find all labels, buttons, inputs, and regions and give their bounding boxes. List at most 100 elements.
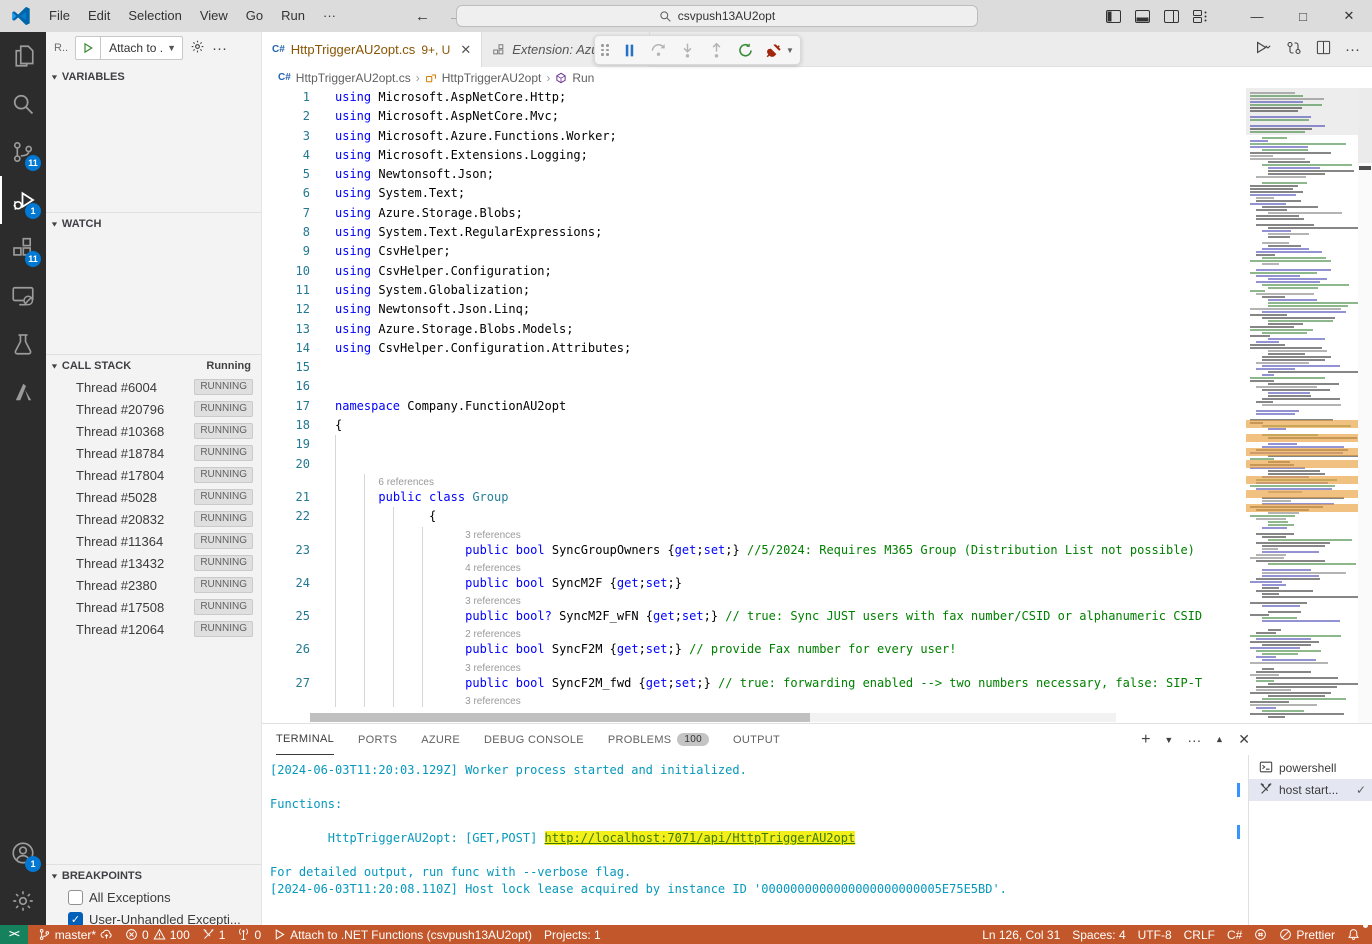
code-line[interactable]: 20 — [262, 455, 1246, 474]
sidebar-item-run-debug[interactable]: 1 — [0, 176, 46, 224]
panel-tab-debug-console[interactable]: DEBUG CONSOLE — [484, 724, 584, 755]
panel-tab-output[interactable]: OUTPUT — [733, 724, 780, 755]
code-line[interactable]: 18{ — [262, 416, 1246, 435]
sidebar-item-explorer[interactable] — [0, 32, 46, 80]
tab-httptriggerau2opt[interactable]: C# HttpTriggerAU2opt.cs 9+, U ✕ — [262, 32, 482, 67]
restart-button[interactable] — [737, 42, 754, 59]
code-line[interactable]: 25public bool? SyncM2F_wFN {get;set;} //… — [262, 607, 1246, 626]
breadcrumb[interactable]: C# HttpTriggerAU2opt.cs › HttpTriggerAU2… — [262, 67, 1372, 88]
panel-tab-problems[interactable]: PROBLEMS100 — [608, 724, 709, 755]
prettier-item[interactable]: Prettier — [1273, 925, 1341, 944]
codelens-row[interactable]: 3 references — [262, 527, 1246, 541]
code-line[interactable]: 12using Newtonsoft.Json.Linq; — [262, 300, 1246, 319]
toggle-primary-sidebar-icon[interactable] — [1106, 10, 1121, 23]
code-line[interactable]: 13using Azure.Storage.Blobs.Models; — [262, 320, 1246, 339]
git-branch-item[interactable]: master* — [32, 925, 119, 944]
terminal-profile-chevron-icon[interactable]: ▼ — [1164, 735, 1173, 745]
menu-run[interactable]: Run — [272, 5, 314, 27]
terminal-list-item[interactable]: powershell — [1249, 757, 1372, 779]
toggle-panel-icon[interactable] — [1135, 10, 1150, 23]
language-mode-item[interactable]: C# — [1221, 925, 1248, 944]
code-line[interactable]: 14using CsvHelper.Configuration.Attribut… — [262, 339, 1246, 358]
step-into-button[interactable] — [679, 42, 696, 59]
notifications-bell-icon[interactable] — [1341, 925, 1366, 944]
accounts-button[interactable]: 1 — [0, 829, 46, 877]
breakpoint-row[interactable]: All Exceptions — [46, 886, 261, 908]
breakpoints-section-header[interactable]: ▼ BREAKPOINTS — [46, 864, 261, 886]
settings-button[interactable] — [0, 877, 46, 925]
encoding-item[interactable]: UTF-8 — [1132, 925, 1178, 944]
sidebar-item-source-control[interactable]: 11 — [0, 128, 46, 176]
open-changes-icon[interactable] — [1286, 40, 1302, 59]
close-button[interactable]: ✕ — [1326, 0, 1372, 32]
azure-tools-item[interactable]: 1 — [196, 925, 232, 944]
step-over-button[interactable] — [650, 42, 667, 59]
toggle-secondary-sidebar-icon[interactable] — [1164, 10, 1179, 23]
code-line[interactable]: 26public bool SyncF2M {get;set;} // prov… — [262, 640, 1246, 659]
thread-row[interactable]: Thread #17508RUNNING — [46, 596, 261, 618]
problems-item[interactable]: 0 100 — [119, 925, 196, 944]
code-line[interactable]: 15 — [262, 358, 1246, 377]
code-line[interactable]: 24public bool SyncM2F {get;set;} — [262, 574, 1246, 593]
sidebar-item-azure[interactable] — [0, 368, 46, 416]
function-url-link[interactable]: http://localhost:7071/api/HttpTriggerAU2… — [545, 831, 856, 845]
thread-row[interactable]: Thread #20832RUNNING — [46, 508, 261, 530]
code-line[interactable]: 16 — [262, 377, 1246, 396]
thread-row[interactable]: Thread #13432RUNNING — [46, 552, 261, 574]
code-line[interactable]: 4using Microsoft.Extensions.Logging; — [262, 146, 1246, 165]
thread-row[interactable]: Thread #6004RUNNING — [46, 376, 261, 398]
code-line[interactable]: 17namespace Company.FunctionAU2opt — [262, 397, 1246, 416]
command-center-search[interactable]: csvpush13AU2opt — [456, 5, 978, 27]
split-editor-icon[interactable] — [1316, 40, 1331, 58]
thread-row[interactable]: Thread #5028RUNNING — [46, 486, 261, 508]
thread-row[interactable]: Thread #18784RUNNING — [46, 442, 261, 464]
maximize-panel-icon[interactable]: ▼ — [1215, 735, 1224, 745]
panel-tab-terminal[interactable]: TERMINAL — [276, 724, 334, 755]
thread-row[interactable]: Thread #20796RUNNING — [46, 398, 261, 420]
thread-row[interactable]: Thread #2380RUNNING — [46, 574, 261, 596]
codelens-row[interactable]: 2 references — [262, 626, 1246, 640]
editor-more-actions-icon[interactable]: ··· — [1345, 41, 1360, 58]
thread-row[interactable]: Thread #11364RUNNING — [46, 530, 261, 552]
breakpoint-checkbox[interactable] — [68, 890, 83, 905]
code-line[interactable]: 10using CsvHelper.Configuration; — [262, 262, 1246, 281]
sidebar-item-remote-explorer[interactable] — [0, 272, 46, 320]
code-line[interactable]: 3using Microsoft.Azure.Functions.Worker; — [262, 127, 1246, 146]
close-panel-icon[interactable]: ✕ — [1238, 731, 1250, 748]
indentation-item[interactable]: Spaces: 4 — [1066, 925, 1131, 944]
menu-edit[interactable]: Edit — [79, 5, 119, 27]
watch-section-header[interactable]: ▼ WATCH — [46, 212, 261, 234]
code-line[interactable]: 8using System.Text.RegularExpressions; — [262, 223, 1246, 242]
thread-row[interactable]: Thread #17804RUNNING — [46, 464, 261, 486]
thread-row[interactable]: Thread #12064RUNNING — [46, 618, 261, 640]
code-line[interactable]: 6using System.Text; — [262, 184, 1246, 203]
panel-tab-azure[interactable]: AZURE — [421, 724, 460, 755]
toolbar-drag-handle[interactable] — [601, 44, 609, 56]
sidebar-item-extensions[interactable]: 11 — [0, 224, 46, 272]
close-tab-icon[interactable]: ✕ — [460, 42, 471, 58]
call-stack-section-header[interactable]: ▼ CALL STACK Running — [46, 354, 261, 376]
horizontal-scrollbar[interactable] — [310, 713, 1116, 722]
minimap[interactable] — [1246, 88, 1358, 723]
csharp-devkit-item[interactable] — [1248, 925, 1273, 944]
codelens-row[interactable]: 3 references — [262, 593, 1246, 607]
codelens-row[interactable]: 3 references — [262, 693, 1246, 707]
vertical-scrollbar[interactable] — [1358, 88, 1372, 723]
run-or-debug-icon[interactable] — [1254, 40, 1272, 58]
menu-more[interactable]: ··· — [314, 5, 345, 27]
code-line[interactable]: 21public class Group — [262, 488, 1246, 507]
code-line[interactable]: 2using Microsoft.AspNetCore.Mvc; — [262, 107, 1246, 126]
panel-tab-ports[interactable]: PORTS — [358, 724, 397, 755]
codelens-row[interactable]: 4 references — [262, 560, 1246, 574]
code-line[interactable]: 19 — [262, 435, 1246, 454]
variables-section-header[interactable]: ▼ VARIABLES — [46, 66, 261, 88]
projects-item[interactable]: Projects: 1 — [538, 925, 607, 944]
maximize-button[interactable]: □ — [1280, 0, 1326, 32]
code-line[interactable]: 5using Newtonsoft.Json; — [262, 165, 1246, 184]
menu-go[interactable]: Go — [237, 5, 272, 27]
terminal-output[interactable]: [2024-06-03T11:20:03.129Z] Worker proces… — [270, 762, 1232, 921]
customize-layout-icon[interactable] — [1193, 10, 1208, 23]
menu-selection[interactable]: Selection — [119, 5, 190, 27]
disconnect-button[interactable]: ▼ — [766, 42, 794, 59]
sidebar-item-testing[interactable] — [0, 320, 46, 368]
